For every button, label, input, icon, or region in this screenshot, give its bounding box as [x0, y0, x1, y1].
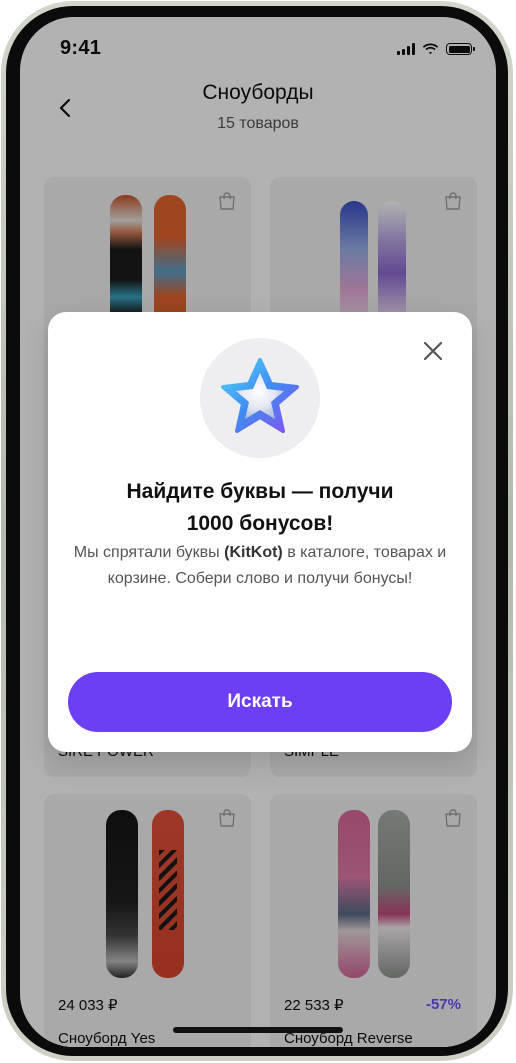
home-indicator — [173, 1027, 343, 1033]
modal-title-line: 1000 бонусов! — [186, 512, 334, 535]
search-button[interactable]: Искать — [68, 672, 452, 732]
star-badge — [200, 338, 320, 458]
modal-text-part: Мы спрятали буквы — [73, 544, 225, 561]
promo-modal: Найдите буквы — получи 1000 бонусов! Мы … — [48, 312, 472, 752]
screen: 9:41 Сноуборды 15 товаров 24 033 ₽ Сноуб… — [20, 17, 496, 1047]
modal-title-line: Найдите буквы — получи — [126, 480, 394, 503]
modal-title: Найдите буквы — получи 1000 бонусов! — [78, 476, 442, 540]
modal-text-highlight: (KitKot) — [224, 544, 283, 561]
star-icon — [221, 358, 299, 433]
modal-description: Мы спрятали буквы (KitKot) в каталоге, т… — [70, 540, 450, 592]
close-icon[interactable] — [420, 338, 446, 364]
